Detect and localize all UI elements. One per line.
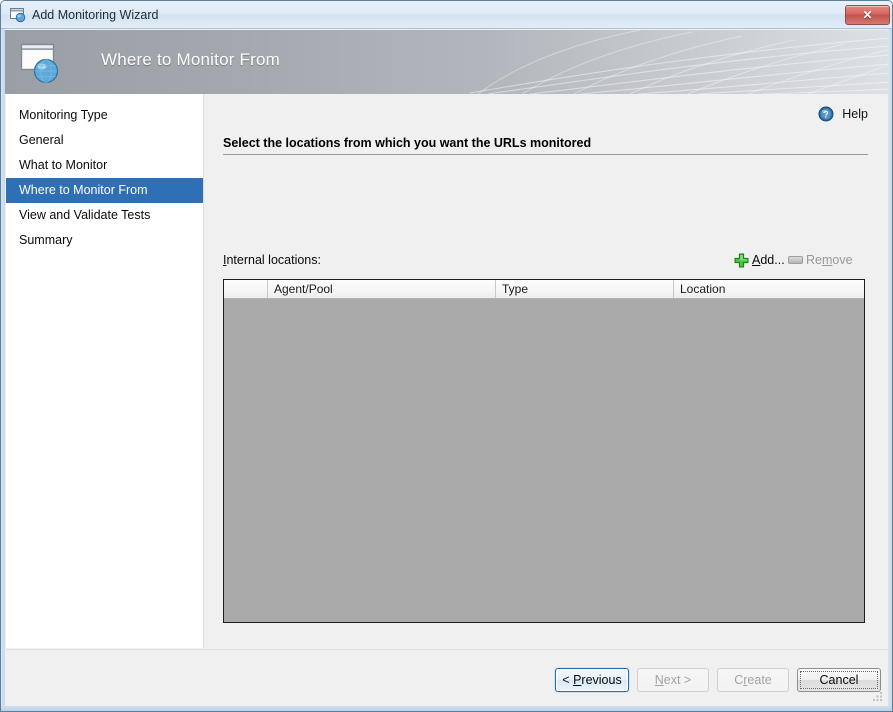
table-header-row: Agent/Pool Type Location [224, 280, 864, 299]
banner-title: Where to Monitor From [101, 50, 280, 69]
question-mark-circle-icon: ? [818, 106, 834, 122]
next-button-label: ext > [663, 673, 692, 687]
create-button-label: eate [747, 673, 772, 687]
sidebar-item-label: General [19, 133, 64, 147]
sidebar-item-label: Summary [19, 233, 73, 247]
add-button-label: dd... [760, 253, 785, 267]
sidebar-item-monitoring-type[interactable]: Monitoring Type [6, 103, 203, 128]
banner-window-globe-icon [19, 42, 67, 86]
mesh-decoration [470, 30, 890, 94]
remove-button-label: ove [832, 253, 853, 267]
previous-button[interactable]: < Previous [555, 668, 629, 692]
internal-locations-label: Internal locations: [223, 253, 321, 267]
sidebar-item-summary[interactable]: Summary [6, 228, 203, 253]
page-title: Select the locations from which you want… [223, 136, 868, 155]
window-frame-left [1, 29, 5, 711]
cancel-button-label: Cancel [819, 673, 859, 687]
remove-button-accel: m [821, 253, 833, 267]
dialog-button-bar: < Previous Next > Create Cancel [6, 649, 889, 708]
previous-button-prefix: < [562, 673, 574, 687]
sidebar-item-general[interactable]: General [6, 128, 203, 153]
wizard-content-pane: ? Help Select the locations from which y… [204, 94, 890, 648]
sidebar-item-label: View and Validate Tests [19, 208, 151, 222]
sidebar-item-where-to-monitor-from[interactable]: Where to Monitor From [6, 178, 203, 203]
create-button-prefix: C [734, 673, 744, 687]
create-button: Create [717, 668, 789, 692]
internal-locations-label-rest: nternal locations: [226, 253, 321, 267]
wizard-window: Add Monitoring Wizard ✕ Where to Monitor… [0, 0, 893, 712]
help-label: Help [842, 107, 868, 121]
next-button: Next > [637, 668, 709, 692]
close-button[interactable]: ✕ [845, 5, 890, 25]
table-body-empty[interactable] [224, 299, 864, 622]
sidebar-item-label: Monitoring Type [19, 108, 108, 122]
remove-location-button: Remove [788, 250, 853, 270]
locations-table[interactable]: Agent/Pool Type Location [223, 279, 865, 623]
resize-grip[interactable] [871, 690, 883, 702]
help-link[interactable]: ? Help [818, 105, 868, 123]
table-column-header-agent-pool[interactable]: Agent/Pool [268, 280, 496, 298]
previous-button-label: revious [581, 673, 622, 687]
sidebar-item-label: Where to Monitor From [19, 183, 148, 197]
wizard-step-sidebar: Monitoring Type General What to Monitor … [6, 94, 204, 648]
gray-bar-icon [788, 256, 803, 264]
add-location-button[interactable]: Add... [734, 250, 785, 270]
table-column-header-type[interactable]: Type [496, 280, 674, 298]
green-plus-icon [734, 253, 749, 268]
table-column-header-location[interactable]: Location [674, 280, 864, 298]
title-bar: Add Monitoring Wizard ✕ [1, 1, 892, 29]
cancel-button[interactable]: Cancel [797, 668, 881, 692]
wizard-header-banner: Where to Monitor From [5, 30, 890, 94]
remove-button-prefix: Re [806, 253, 822, 267]
table-column-header-select[interactable] [224, 280, 268, 298]
window-title: Add Monitoring Wizard [32, 8, 159, 22]
sidebar-item-view-and-validate-tests[interactable]: View and Validate Tests [6, 203, 203, 228]
svg-text:?: ? [823, 110, 829, 120]
sidebar-item-label: What to Monitor [19, 158, 108, 172]
next-button-accel: N [654, 673, 664, 687]
sidebar-item-what-to-monitor[interactable]: What to Monitor [6, 153, 203, 178]
window-globe-icon [9, 6, 27, 24]
close-icon: ✕ [862, 8, 873, 22]
